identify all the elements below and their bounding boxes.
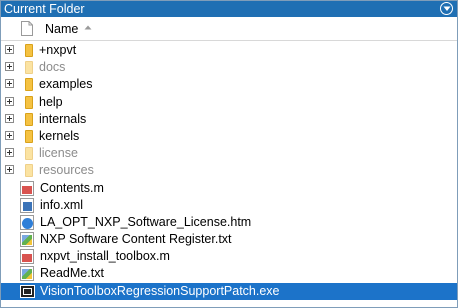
- folder-row[interactable]: license: [1, 145, 457, 162]
- file-name: NXP Software Content Register.txt: [40, 232, 232, 247]
- folder-icon: [22, 60, 38, 75]
- text-file-icon: [20, 266, 36, 282]
- folder-row[interactable]: examples: [1, 76, 457, 93]
- file-row[interactable]: nxpvt_install_toolbox.m: [1, 248, 457, 265]
- expand-plus-icon[interactable]: [5, 165, 14, 175]
- file-row[interactable]: LA_OPT_NXP_Software_License.htm: [1, 214, 457, 231]
- file-row[interactable]: ReadMe.txt: [1, 265, 457, 282]
- folder-name: internals: [39, 111, 87, 126]
- panel-actions-menu-button[interactable]: [440, 2, 453, 15]
- folder-icon: [22, 112, 38, 127]
- expand-plus-icon[interactable]: [5, 148, 14, 158]
- sort-ascending-icon: [84, 25, 92, 30]
- folder-name: docs: [39, 60, 66, 75]
- folder-row[interactable]: resources: [1, 162, 457, 179]
- folder-icon: [22, 163, 38, 178]
- xml-file-icon: [20, 197, 36, 213]
- matlab-file-icon: [20, 180, 36, 196]
- folder-icon: [22, 77, 38, 92]
- file-name: ReadMe.txt: [40, 266, 104, 281]
- column-header-row: Name: [1, 17, 457, 41]
- expand-plus-icon[interactable]: [5, 96, 14, 106]
- folder-name: kernels: [39, 128, 80, 143]
- folder-row[interactable]: kernels: [1, 128, 457, 145]
- file-row[interactable]: VisionToolboxRegressionSupportPatch.exe: [1, 282, 457, 300]
- file-name: nxpvt_install_toolbox.m: [40, 249, 170, 264]
- folder-row[interactable]: help: [1, 94, 457, 111]
- folder-name: examples: [39, 77, 93, 92]
- matlab-file-icon: [20, 249, 36, 265]
- expand-plus-icon[interactable]: [5, 62, 14, 72]
- expand-plus-icon[interactable]: [5, 130, 14, 140]
- html-file-icon: [20, 214, 36, 230]
- expand-plus-icon[interactable]: [5, 79, 14, 89]
- name-column-header[interactable]: Name: [45, 22, 78, 36]
- text-file-icon: [20, 232, 36, 248]
- folder-name: license: [39, 146, 78, 161]
- file-name: info.xml: [40, 197, 84, 212]
- file-row[interactable]: NXP Software Content Register.txt: [1, 231, 457, 248]
- expand-plus-icon[interactable]: [5, 45, 14, 54]
- folder-name: +nxpvt: [39, 43, 77, 57]
- folder-row[interactable]: docs: [1, 59, 457, 76]
- current-folder-panel: Current Folder Name +nxpvt docs examples he…: [0, 0, 458, 308]
- folder-row[interactable]: internals: [1, 111, 457, 128]
- file-row[interactable]: info.xml: [1, 197, 457, 214]
- folder-icon: [22, 95, 38, 110]
- chevron-down-icon: [443, 6, 450, 11]
- panel-title-bar: Current Folder: [1, 1, 457, 17]
- folder-row[interactable]: +nxpvt: [1, 42, 457, 59]
- folder-name: resources: [39, 163, 94, 178]
- file-type-column-icon[interactable]: [21, 21, 33, 36]
- folder-icon: [22, 43, 38, 58]
- panel-title: Current Folder: [4, 2, 85, 16]
- file-name: Contents.m: [40, 180, 104, 195]
- file-name: LA_OPT_NXP_Software_License.htm: [40, 214, 252, 229]
- file-name: VisionToolboxRegressionSupportPatch.exe: [40, 283, 280, 298]
- file-list: +nxpvt docs examples help internals kernels li…: [1, 42, 457, 300]
- file-row[interactable]: Contents.m: [1, 180, 457, 197]
- folder-icon: [22, 146, 38, 161]
- folder-icon: [22, 129, 38, 144]
- executable-file-icon: [20, 284, 36, 299]
- folder-name: help: [39, 94, 63, 109]
- expand-plus-icon[interactable]: [5, 113, 14, 123]
